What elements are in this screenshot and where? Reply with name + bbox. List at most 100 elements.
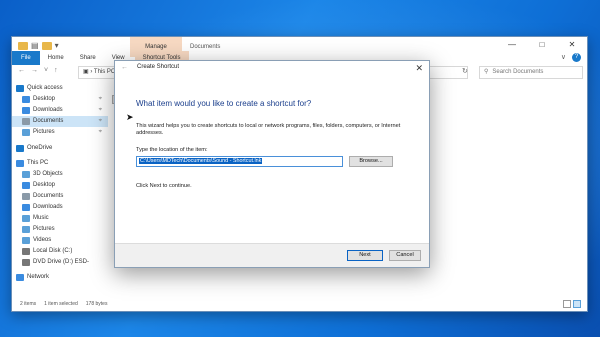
browse-button[interactable]: Browse... [349,156,393,167]
breadcrumb-this-pc[interactable]: This PC [94,69,115,75]
view-toggle [563,300,581,308]
sidebar-item-label: Network [27,274,50,280]
navigation-arrows: ← → ˅ ↑ [18,67,58,74]
search-input[interactable]: ⚲ Search Documents [479,66,583,79]
documents-icon [22,193,30,200]
details-view-icon[interactable] [563,300,571,308]
dialog-footer: Next Cancel [115,243,429,267]
sidebar-item-label: Desktop [33,182,56,188]
search-icon: ⚲ [484,69,489,75]
sidebar-item-pictures[interactable]: Pictures ⌖ [12,127,108,138]
download-icon [22,204,30,211]
status-bar: 2 items 1 item selected 178 bytes [12,297,587,311]
sidebar-item-label: This PC [27,160,49,166]
dialog-title-bar: ← Create Shortcut ✕ [115,61,429,77]
disk-icon [22,248,30,255]
sidebar-item-network[interactable]: Network [12,272,108,283]
sidebar-item-desktop[interactable]: Desktop [12,180,108,191]
dvd-icon [22,259,30,266]
sidebar-item-local-disk-c[interactable]: Local Disk (C:) [12,246,108,257]
cloud-icon [16,145,24,152]
sidebar-item-label: Pictures [33,226,55,232]
pin-icon[interactable]: ⌖ [99,105,102,116]
customize-toolbar-button[interactable]: ▾ [55,41,59,51]
tab-home[interactable]: Home [40,51,72,65]
search-placeholder: Search Documents [492,69,544,75]
desktop-icon [22,182,30,189]
computer-icon: ▣ [83,69,89,75]
computer-icon [16,160,24,167]
refresh-icon[interactable]: ↻ [462,67,468,75]
sidebar-item-music[interactable]: Music [12,213,108,224]
download-icon [22,107,30,114]
sidebar-item-videos[interactable]: Videos [12,235,108,246]
create-shortcut-dialog: ← Create Shortcut ✕ What item would you … [114,60,430,268]
tab-file[interactable]: File [12,51,40,65]
dialog-close-icon[interactable]: ✕ [415,61,423,75]
sidebar-item-label: Downloads [33,107,63,113]
pictures-icon [22,226,30,233]
sidebar-item-documents[interactable]: Documents [12,191,108,202]
sidebar-item-label: Downloads [33,204,63,210]
status-item-count: 2 items [20,301,37,307]
up-arrow-icon[interactable]: ↑ [54,67,58,74]
pin-icon[interactable]: ⌖ [99,116,102,127]
sidebar-item-label: Videos [33,237,52,243]
pin-icon[interactable]: ⌖ [99,94,102,105]
sidebar-item-label: Documents [33,193,64,199]
pictures-icon [22,129,30,136]
sidebar-item-label: Local Disk (C:) [33,248,73,254]
navigation-pane: Quick access Desktop ⌖ Downloads ⌖ Documents ⌖… [12,83,108,301]
status-selected: 1 item selected [44,301,78,307]
location-field-value: C:\Users\MDTech\Documents\Sound - Shortc… [139,158,263,164]
sidebar-item-downloads[interactable]: Downloads ⌖ [12,105,108,116]
cancel-button[interactable]: Cancel [389,250,421,261]
sidebar-item-desktop[interactable]: Desktop ⌖ [12,94,108,105]
sidebar-item-documents[interactable]: Documents ⌖ [12,116,108,127]
star-icon [16,85,24,92]
tab-share[interactable]: Share [72,51,104,65]
pin-icon[interactable]: ⌖ [99,127,102,138]
forward-arrow-icon[interactable]: → [31,67,38,74]
sidebar-item-3d-objects[interactable]: 3D Objects [12,169,108,180]
recent-locations-icon[interactable]: ˅ [44,67,48,74]
new-folder-icon[interactable] [41,42,52,50]
music-icon [22,215,30,222]
cube-icon [22,171,30,178]
sidebar-item-label: Desktop [33,96,56,102]
status-size: 178 bytes [85,301,108,307]
sidebar-item-pictures[interactable]: Pictures [12,224,108,235]
next-button[interactable]: Next [347,250,383,261]
network-icon [16,274,24,281]
back-arrow-icon[interactable]: ← [121,64,128,71]
dialog-description: This wizard helps you to create shortcut… [136,123,401,136]
sidebar-item-downloads[interactable]: Downloads [12,202,108,213]
properties-icon[interactable]: ▤ [31,41,39,51]
sidebar-item-label: Quick access [27,85,63,91]
app-folder-icon [18,42,28,50]
sidebar-item-label: DVD Drive (D:) ESD- [33,259,90,265]
sidebar-item-this-pc[interactable]: This PC [12,158,108,169]
large-icons-view-icon[interactable] [573,300,581,308]
dialog-title: Create Shortcut [137,64,180,70]
location-label: Type the location of the item: [136,147,208,153]
sidebar-item-label: Music [33,215,49,221]
location-field[interactable]: C:\Users\MDTech\Documents\Sound - Shortc… [136,156,343,167]
help-icon[interactable]: ? [572,53,581,62]
quick-access-toolbar: ▤ ▾ [18,41,59,51]
dialog-heading: What item would you like to create a sho… [136,99,312,108]
sidebar-item-label: Pictures [33,129,55,135]
documents-icon [22,118,30,125]
dialog-hint: Click Next to continue. [136,183,192,189]
ribbon-right-controls: ∨ ? [561,53,581,62]
videos-icon [22,237,30,244]
sidebar-item-quick-access[interactable]: Quick access [12,83,108,94]
sidebar-item-dvd-drive-d-esd[interactable]: DVD Drive (D:) ESD- [12,257,108,268]
sidebar-item-label: 3D Objects [33,171,63,177]
sidebar-item-label: OneDrive [27,145,53,151]
sidebar-item-onedrive[interactable]: OneDrive [12,143,108,154]
expand-ribbon-icon[interactable]: ∨ [561,53,566,62]
back-arrow-icon[interactable]: ← [18,67,25,74]
mouse-cursor-icon: ➤ [126,112,134,122]
desktop-icon [22,96,30,103]
